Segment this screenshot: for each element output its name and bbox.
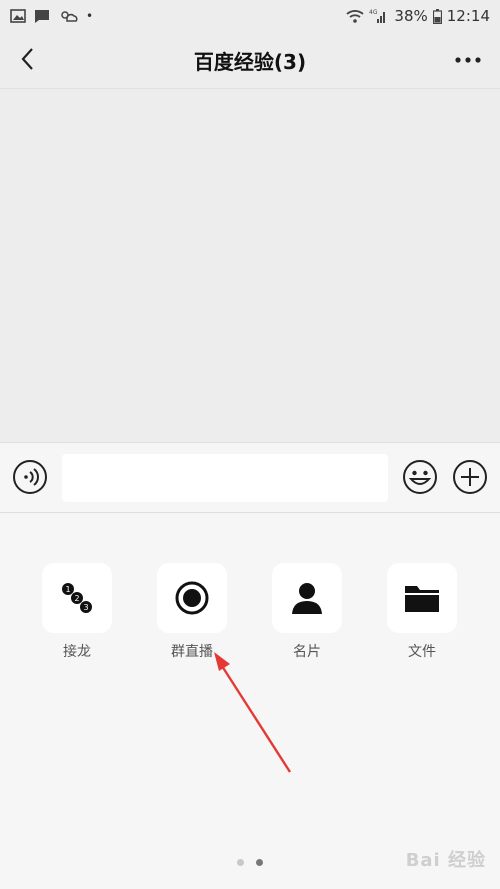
contact-card-icon bbox=[292, 583, 322, 614]
battery-icon bbox=[432, 8, 442, 24]
emoji-button[interactable] bbox=[402, 459, 438, 495]
status-bar: • 4G 38% 12:14 bbox=[0, 0, 500, 32]
message-icon bbox=[35, 9, 49, 23]
message-list[interactable] bbox=[0, 89, 500, 442]
svg-text:3: 3 bbox=[83, 603, 88, 612]
svg-text:1: 1 bbox=[65, 585, 70, 594]
more-functions-button[interactable] bbox=[452, 459, 488, 495]
solitaire-icon: 1 2 3 bbox=[62, 583, 92, 613]
folder-icon bbox=[405, 586, 439, 612]
clock: 12:14 bbox=[446, 7, 490, 25]
message-input[interactable] bbox=[62, 454, 388, 502]
page-dot[interactable] bbox=[237, 859, 244, 866]
back-button[interactable] bbox=[12, 44, 42, 74]
page-dot-active[interactable] bbox=[256, 859, 263, 866]
voice-icon bbox=[13, 460, 47, 494]
live-icon bbox=[175, 581, 209, 615]
battery-percent: 38% bbox=[394, 7, 428, 25]
emoji-icon bbox=[403, 460, 437, 494]
tool-label: 群直播 bbox=[171, 644, 213, 660]
svg-text:2: 2 bbox=[74, 594, 79, 603]
plus-icon bbox=[453, 460, 487, 494]
voice-button[interactable] bbox=[12, 459, 48, 495]
chat-header: 百度经验(3) bbox=[0, 32, 500, 89]
chevron-left-icon bbox=[21, 48, 33, 70]
status-left: • bbox=[10, 9, 93, 24]
status-right: 4G 38% 12:14 bbox=[346, 7, 490, 25]
tool-tile[interactable]: 1 2 3 bbox=[42, 563, 112, 633]
tool-contact-card[interactable]: 名片 bbox=[272, 563, 342, 661]
tool-label: 名片 bbox=[293, 644, 321, 660]
tool-solitaire[interactable]: 1 2 3 接龙 bbox=[42, 563, 112, 661]
baidu-jingyan-watermark: Bai 经验 bbox=[405, 850, 486, 871]
tool-tile[interactable] bbox=[272, 563, 342, 633]
weather-icon bbox=[61, 10, 78, 22]
tool-group-live[interactable]: 群直播 bbox=[157, 563, 227, 661]
ellipsis-icon bbox=[455, 57, 481, 63]
notification-dot: • bbox=[86, 9, 94, 23]
wifi-icon bbox=[346, 10, 365, 23]
tool-tile[interactable] bbox=[387, 563, 457, 633]
page-title: 百度经验(3) bbox=[193, 49, 307, 74]
signal-icon: 4G bbox=[369, 9, 386, 23]
tool-label: 文件 bbox=[408, 644, 436, 660]
tool-tile[interactable] bbox=[157, 563, 227, 633]
network-label: 4G bbox=[369, 9, 378, 16]
image-icon bbox=[10, 9, 26, 23]
function-panel: 1 2 3 接龙 群直播 名片 文件 bbox=[0, 513, 500, 889]
input-bar bbox=[0, 442, 500, 513]
tool-file[interactable]: 文件 bbox=[387, 563, 457, 661]
more-button[interactable] bbox=[452, 46, 484, 74]
tool-label: 接龙 bbox=[63, 644, 91, 660]
